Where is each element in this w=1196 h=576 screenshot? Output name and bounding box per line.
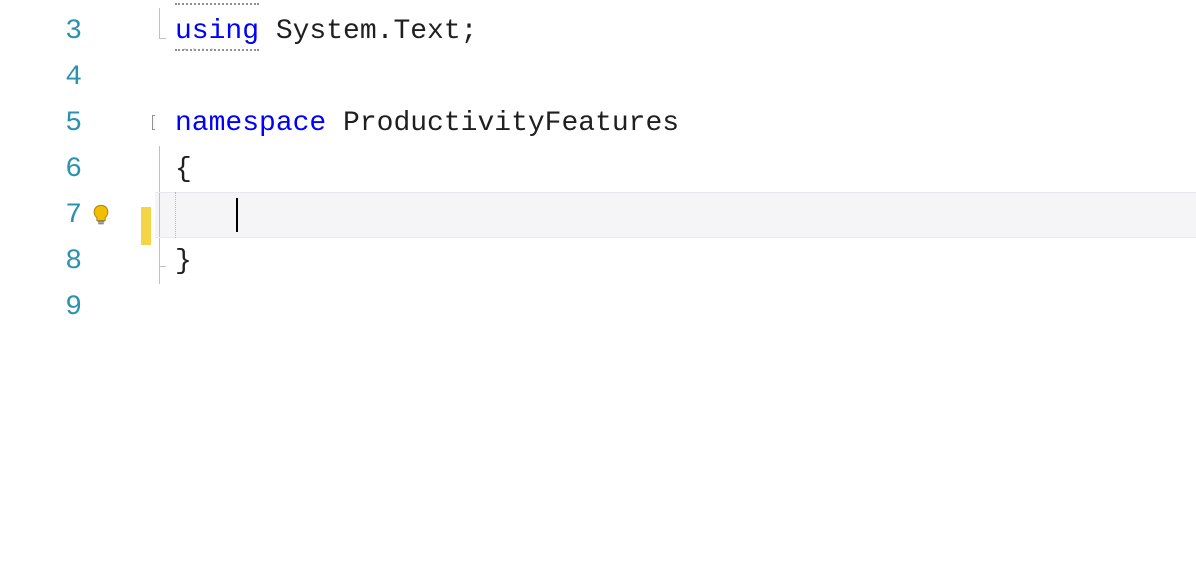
code-content: namespace ProductivityFeatures: [175, 100, 679, 146]
code-line[interactable]: }: [155, 238, 1196, 284]
gutter-icons: [88, 203, 155, 227]
code-line[interactable]: {: [155, 146, 1196, 192]
gutter-row: 6: [0, 146, 155, 192]
lightbulb-icon[interactable]: [90, 203, 112, 227]
token-txt: ProductivityFeatures: [326, 108, 679, 139]
token-kw: namespace: [175, 108, 326, 139]
gutter-row: [0, 0, 155, 8]
code-content: {: [175, 146, 192, 192]
code-content: using System.Collections.Generic;: [175, 0, 730, 8]
token-punct: }: [175, 246, 192, 277]
line-number: 7: [0, 200, 88, 231]
code-line[interactable]: using System.Text;····: [155, 8, 1196, 54]
line-number: 3: [0, 16, 88, 47]
gutter: 3 4 5 6 7 8 9: [0, 0, 155, 576]
code-line[interactable]: using System.Collections.Generic;: [155, 0, 1196, 8]
code-area[interactable]: using System.Collections.Generic;using S…: [155, 0, 1196, 576]
text-cursor: [236, 198, 238, 232]
token-txt: System.Text;: [259, 16, 477, 47]
code-editor[interactable]: 3 4 5 6 7 8 9 using System.Collections.Generic…: [0, 0, 1196, 576]
line-number: 6: [0, 154, 88, 185]
token-kw: using: [175, 0, 259, 5]
gutter-row: 8: [0, 238, 155, 284]
gutter-row: 3: [0, 8, 155, 54]
gutter-row: 4: [0, 54, 155, 100]
code-content: [175, 193, 238, 237]
code-content: }: [175, 238, 192, 284]
gutter-row: 5: [0, 100, 155, 146]
code-line[interactable]: [155, 54, 1196, 100]
code-line[interactable]: namespace ProductivityFeatures: [155, 100, 1196, 146]
code-line[interactable]: [155, 284, 1196, 330]
token-txt-gray: System.Collections.Generic;: [259, 0, 729, 1]
line-number: 8: [0, 246, 88, 277]
code-content: using System.Text;: [175, 8, 477, 54]
gutter-row: 7: [0, 192, 155, 238]
token-punct: {: [175, 154, 192, 185]
gutter-row: 9: [0, 284, 155, 330]
code-line[interactable]: [155, 192, 1196, 238]
line-number: 5: [0, 108, 88, 139]
line-number: 4: [0, 62, 88, 93]
line-number: 9: [0, 292, 88, 323]
